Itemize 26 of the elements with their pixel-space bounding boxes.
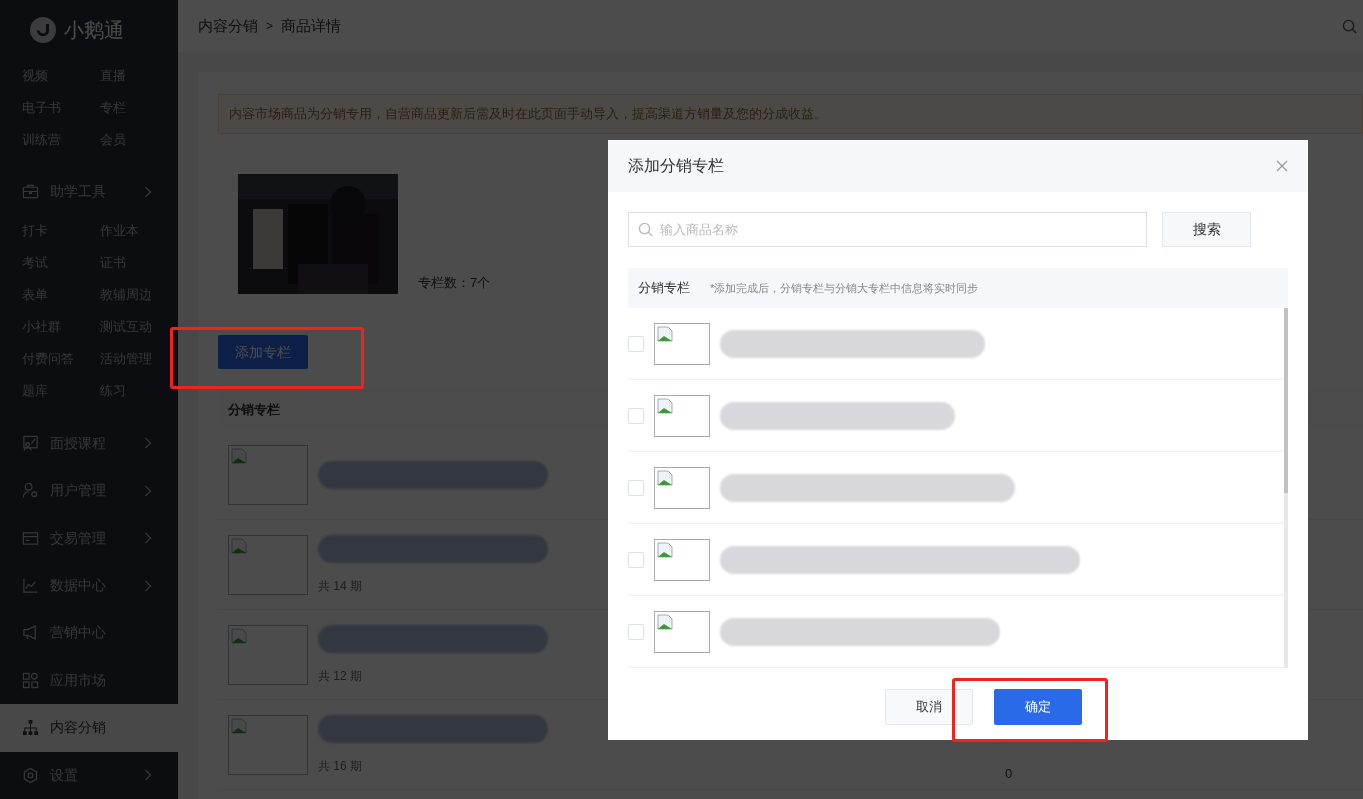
checkbox[interactable] <box>628 335 644 352</box>
dialog-title: 添加分销专栏 <box>628 156 725 176</box>
confirm-button[interactable]: 确定 <box>993 689 1082 725</box>
broken-image-icon <box>657 397 673 414</box>
checkbox[interactable] <box>628 479 644 496</box>
broken-image-icon <box>657 325 673 342</box>
count-cell-text: 0 <box>1005 764 1013 783</box>
broken-image-icon <box>657 469 673 486</box>
broken-image-icon <box>657 541 673 558</box>
cancel-button[interactable]: 取消 <box>884 689 973 725</box>
broken-image-icon <box>657 613 673 630</box>
logo-text: 小鹅通 <box>64 18 124 43</box>
scrollbar[interactable] <box>1284 308 1288 668</box>
search-field[interactable]: 输入商品名称 <box>628 212 1147 247</box>
search-button[interactable]: 搜索 <box>1162 212 1251 247</box>
checkbox[interactable] <box>628 551 644 568</box>
list-note: *添加完成后，分销专栏与分销大专栏中信息将实时同步 <box>710 280 979 296</box>
breadcrumb-current: 商品详情 <box>281 15 342 36</box>
checkbox[interactable] <box>628 623 644 640</box>
checkbox[interactable] <box>628 407 644 424</box>
close-icon[interactable] <box>1276 160 1288 172</box>
breadcrumb-separator: > <box>266 18 273 35</box>
search-icon <box>638 222 653 237</box>
column-heading: 分销专栏 <box>228 401 280 420</box>
column-count: 专栏数：7个 <box>418 273 491 292</box>
list-heading: 分销专栏 <box>638 279 690 298</box>
